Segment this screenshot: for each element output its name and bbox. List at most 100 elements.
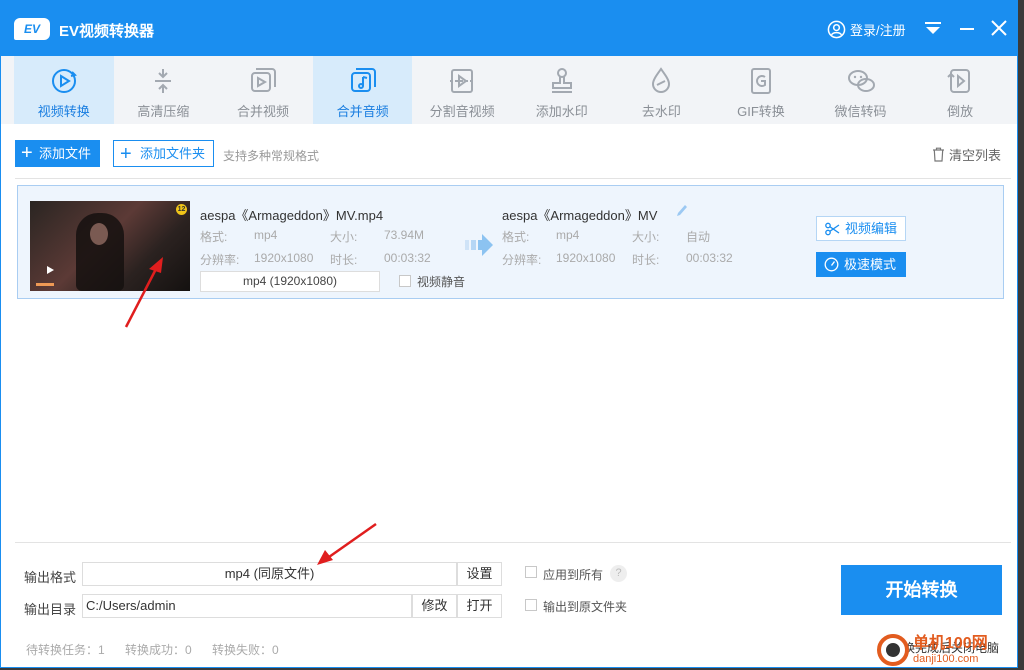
source-format-label: 格式:	[200, 230, 228, 244]
tool-merge-audio[interactable]: 合并音频	[312, 56, 413, 124]
source-format: mp4	[254, 228, 278, 242]
source-format-select[interactable]: mp4 (1920x1080)	[200, 271, 380, 292]
watermark-logo-icon	[877, 634, 909, 666]
wechat-icon	[847, 70, 875, 92]
mute-checkbox[interactable]	[399, 275, 411, 287]
tool-gif[interactable]: GIF转换	[711, 56, 811, 124]
tool-label: 去水印	[641, 104, 681, 119]
drop-icon	[652, 67, 671, 93]
speedometer-icon	[824, 257, 839, 272]
add-file-button[interactable]: + 添加文件	[15, 140, 101, 167]
minimize-icon[interactable]	[956, 17, 978, 39]
source-resolution-label: 分辨率:	[200, 253, 240, 267]
video-edit-label: 视频编辑	[845, 221, 898, 236]
close-icon[interactable]	[988, 17, 1010, 39]
tool-label: 倒放	[947, 104, 974, 119]
output-format-label: 输出格式	[24, 570, 77, 585]
login-label: 登录/注册	[850, 23, 906, 38]
site-watermark: 单机100网 danji100.com	[877, 631, 1017, 667]
tool-stamp[interactable]: 添加水印	[512, 56, 612, 124]
tool-wechat[interactable]: 微信转码	[811, 56, 911, 124]
rename-pencil-icon[interactable]	[676, 204, 688, 218]
tool-label: 视频转换	[37, 104, 90, 119]
tool-reverse[interactable]: 倒放	[910, 56, 1010, 124]
stamp-icon	[551, 68, 572, 93]
tool-label: 合并视频	[236, 104, 289, 119]
modify-dir-button[interactable]: 修改	[412, 594, 457, 618]
output-duration-label: 时长:	[632, 253, 660, 267]
annotation-arrow-icon	[124, 257, 163, 328]
tool-label: GIF转换	[737, 104, 785, 119]
open-dir-button[interactable]: 打开	[457, 594, 502, 618]
watermark-name: 单机100网	[913, 634, 988, 652]
add-folder-button[interactable]: + 添加文件夹	[113, 140, 215, 167]
help-icon[interactable]: ?	[610, 565, 627, 582]
output-duration: 00:03:32	[686, 251, 733, 265]
output-format-label: 格式:	[502, 230, 530, 244]
plus-icon: +	[21, 142, 33, 164]
tool-label: 合并音频	[336, 104, 389, 119]
success-count: 转换成功：0	[125, 643, 192, 657]
output-size: 自动	[686, 230, 711, 244]
tool-compress[interactable]: 高清压缩	[114, 56, 214, 124]
plus-icon: +	[120, 143, 132, 165]
tool-split[interactable]: 分割音视频	[412, 56, 512, 124]
arrow-right-icon	[465, 234, 493, 256]
tool-label: 添加水印	[535, 104, 588, 119]
clear-list-label: 清空列表	[949, 148, 1002, 163]
apply-all-label: 应用到所有	[543, 568, 604, 582]
play-icon	[47, 266, 54, 274]
scissors-icon	[825, 222, 840, 236]
speed-mode-label: 极速模式	[844, 257, 897, 272]
output-resolution-label: 分辨率:	[502, 253, 542, 267]
pending-count: 待转换任务：1	[26, 643, 105, 657]
mute-label: 视频静音	[417, 275, 466, 289]
clear-list-button[interactable]: 清空列表	[932, 145, 1001, 164]
app-window: EV EV视频转换器 登录/注册 视频转换 高清压缩 合并视频 合并音频 分割音视频 添加…	[0, 0, 1018, 668]
add-file-label: 添加文件	[39, 146, 92, 161]
output-to-source-label: 输出到原文件夹	[543, 600, 628, 614]
app-logo: EV	[14, 18, 50, 40]
login-button[interactable]: 登录/注册	[827, 20, 906, 39]
convert-icon	[51, 69, 77, 93]
merge-video-icon	[250, 68, 276, 92]
source-resolution: 1920x1080	[254, 251, 314, 265]
failed-count: 转换失败：0	[212, 643, 279, 657]
format-hint: 支持多种常规格式	[223, 149, 320, 163]
tool-convert[interactable]: 视频转换	[14, 56, 114, 124]
tool-drop[interactable]: 去水印	[612, 56, 712, 124]
tool-label: 高清压缩	[137, 104, 190, 119]
split-icon	[450, 69, 475, 93]
start-convert-button[interactable]: 开始转换	[841, 565, 1002, 615]
apply-all-checkbox[interactable]	[525, 566, 537, 578]
output-format: mp4	[556, 228, 580, 242]
source-size: 73.94M	[384, 228, 425, 242]
tool-merge-video[interactable]: 合并视频	[213, 56, 313, 124]
title-bar: EV EV视频转换器 登录/注册	[1, 1, 1017, 56]
merge-audio-icon	[350, 68, 376, 92]
video-edit-button[interactable]: 视频编辑	[816, 216, 906, 241]
speed-mode-button[interactable]: 极速模式	[816, 252, 906, 277]
tool-label: 分割音视频	[429, 104, 495, 119]
annotation-arrow-icon	[317, 522, 377, 565]
settings-button[interactable]: 设置	[457, 562, 502, 586]
gif-icon	[750, 68, 771, 94]
source-duration-label: 时长:	[330, 253, 358, 267]
add-folder-label: 添加文件夹	[140, 146, 206, 161]
menu-icon[interactable]	[922, 17, 944, 39]
output-resolution: 1920x1080	[556, 251, 616, 265]
output-dir-field[interactable]: C:/Users/admin	[82, 594, 412, 618]
output-size-label: 大小:	[632, 230, 660, 244]
output-to-source-checkbox[interactable]	[525, 599, 537, 611]
divider	[15, 542, 1011, 543]
source-duration: 00:03:32	[384, 251, 431, 265]
trash-icon	[933, 147, 944, 162]
reverse-icon	[947, 69, 971, 93]
output-file-name: aespa《Armageddon》MV	[502, 208, 658, 223]
divider	[15, 178, 1011, 179]
source-file-name: aespa《Armageddon》MV.mp4	[200, 208, 384, 223]
output-format-select[interactable]: mp4 (同原文件)	[82, 562, 457, 586]
app-title: EV视频转换器	[59, 23, 155, 40]
source-size-label: 大小:	[330, 230, 358, 244]
tool-label: 微信转码	[834, 104, 887, 119]
